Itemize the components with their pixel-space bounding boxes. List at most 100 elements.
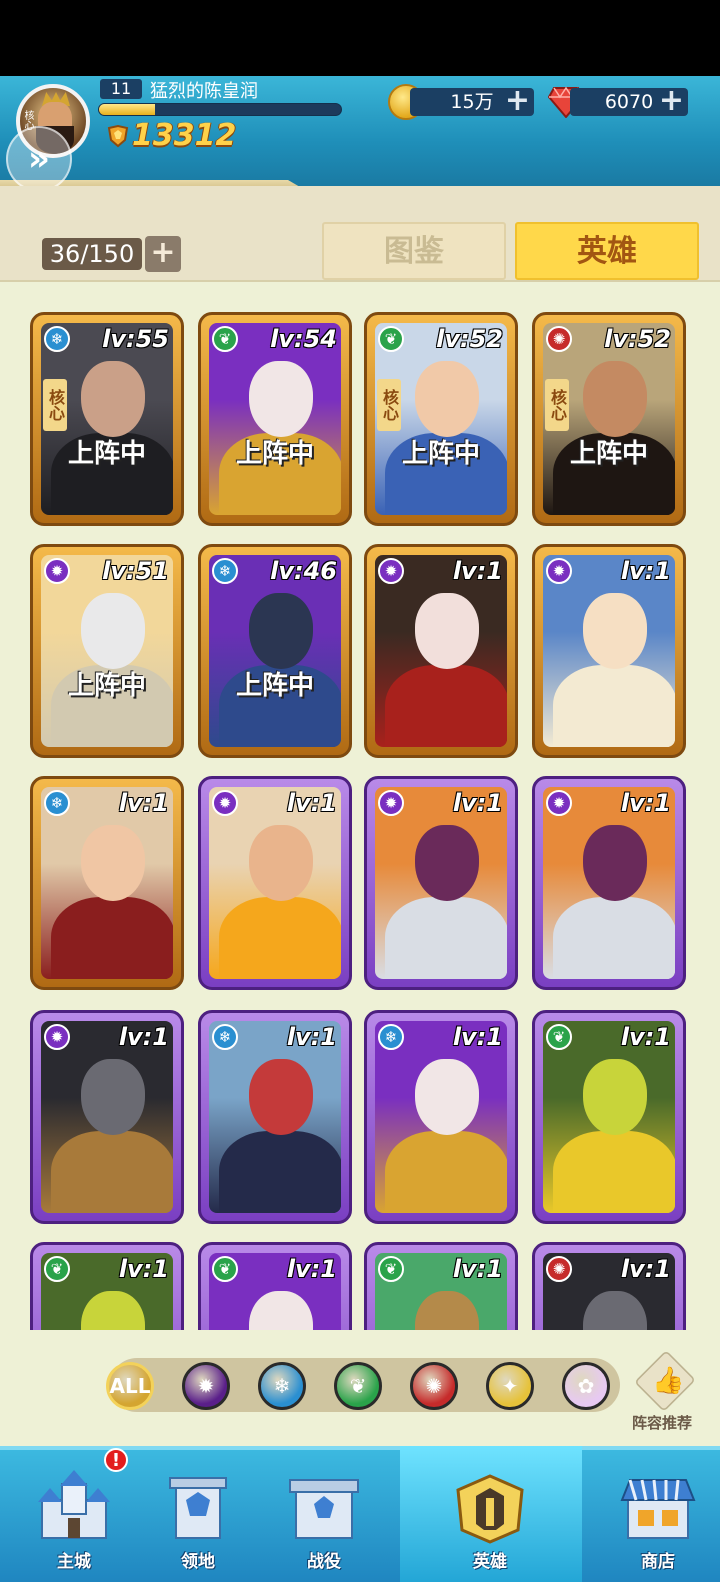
arcane-element-icon: ✹ bbox=[546, 790, 572, 816]
xp-fill bbox=[99, 104, 155, 115]
filter-fire-button[interactable]: ✺ bbox=[410, 1362, 458, 1410]
thumbs-up-icon: 👍 bbox=[652, 1366, 685, 1396]
castle-icon bbox=[38, 1470, 110, 1539]
hero-level: lv:1 bbox=[620, 789, 671, 817]
hero-card[interactable]: ✺ lv:52 核心 上阵中 bbox=[532, 312, 686, 526]
nav-territory[interactable]: 领地 bbox=[138, 1456, 258, 1576]
hero-card[interactable]: ✹ lv:51 上阵中 bbox=[30, 544, 184, 758]
hero-card[interactable]: ❦ lv:54 上阵中 bbox=[198, 312, 352, 526]
nav-heroes[interactable]: 英雄 bbox=[430, 1456, 550, 1576]
fire-element-icon: ✺ bbox=[546, 1256, 572, 1282]
hero-card[interactable]: ✹ lv:1 bbox=[364, 776, 518, 990]
hero-level: lv:1 bbox=[118, 1023, 169, 1051]
hero-level: lv:1 bbox=[620, 1255, 671, 1283]
nature-element-icon: ❦ bbox=[212, 1256, 238, 1282]
hero-portrait: ❦ lv:1 bbox=[375, 1253, 507, 1330]
hero-body bbox=[553, 897, 675, 979]
hero-card[interactable]: ❦ lv:1 bbox=[30, 1242, 184, 1330]
hero-card[interactable]: ❦ lv:1 bbox=[532, 1010, 686, 1224]
deployed-status: 上阵中 bbox=[235, 439, 314, 469]
hero-portrait: ❦ lv:1 bbox=[543, 1021, 675, 1213]
hero-face bbox=[583, 593, 647, 669]
filter-spirit-button[interactable]: ✿ bbox=[562, 1362, 610, 1410]
double-chevron-right-icon: » bbox=[28, 139, 50, 179]
hero-face bbox=[249, 1291, 313, 1330]
power-value: 13312 bbox=[132, 118, 237, 153]
tab-codex[interactable]: 图鉴 bbox=[322, 222, 506, 280]
hero-level: lv:55 bbox=[102, 325, 169, 353]
hero-portrait: ❄ lv:55 核心 上阵中 bbox=[41, 323, 173, 515]
hero-face bbox=[249, 825, 313, 901]
nav-campaign[interactable]: 战役 bbox=[264, 1456, 384, 1576]
arcane-element-icon: ✹ bbox=[197, 1374, 215, 1398]
territory-icon bbox=[169, 1477, 227, 1539]
add-gems-button[interactable]: + bbox=[659, 86, 684, 116]
hero-body bbox=[51, 897, 173, 979]
deployed-status: 上阵中 bbox=[67, 671, 146, 701]
hero-card[interactable]: ✹ lv:1 bbox=[532, 544, 686, 758]
expand-menu-button[interactable]: » bbox=[6, 126, 72, 192]
hero-portrait: ✹ lv:1 bbox=[209, 787, 341, 979]
filter-all-button[interactable]: ALL bbox=[106, 1362, 154, 1410]
nav-label-main-city: 主城 bbox=[57, 1552, 91, 1572]
hero-level: lv:1 bbox=[452, 789, 503, 817]
nav-main-city[interactable]: 主城 bbox=[14, 1456, 134, 1576]
hero-face bbox=[415, 825, 479, 901]
nav-label-heroes: 英雄 bbox=[473, 1552, 507, 1572]
spirit-element-icon: ✿ bbox=[577, 1374, 595, 1398]
hero-card[interactable]: ❄ lv:1 bbox=[364, 1010, 518, 1224]
core-tag: 核心 bbox=[377, 379, 401, 431]
hero-card[interactable]: ❦ lv:1 bbox=[364, 1242, 518, 1330]
expand-roster-button[interactable]: + bbox=[145, 236, 181, 272]
ice-element-icon: ❄ bbox=[212, 1024, 238, 1050]
filter-ice-button[interactable]: ❄ bbox=[258, 1362, 306, 1410]
hero-card[interactable]: ✹ lv:1 bbox=[364, 544, 518, 758]
hero-card[interactable]: ✹ lv:1 bbox=[30, 1010, 184, 1224]
hero-card[interactable]: ❄ lv:55 核心 上阵中 bbox=[30, 312, 184, 526]
hero-level: lv:1 bbox=[452, 557, 503, 585]
hero-card[interactable]: ✹ lv:1 bbox=[198, 776, 352, 990]
hero-body bbox=[385, 1131, 507, 1213]
core-tag: 核心 bbox=[43, 379, 67, 431]
deployed-status: 上阵中 bbox=[569, 439, 648, 469]
arcane-element-icon: ✹ bbox=[546, 558, 572, 584]
deployed-status: 上阵中 bbox=[235, 671, 314, 701]
hero-card[interactable]: ❄ lv:1 bbox=[30, 776, 184, 990]
hero-body bbox=[219, 1131, 341, 1213]
hero-face bbox=[415, 361, 479, 437]
hero-helmet-icon bbox=[456, 1474, 524, 1544]
hero-face bbox=[415, 593, 479, 669]
hero-level: lv:1 bbox=[118, 1255, 169, 1283]
tab-heroes[interactable]: 英雄 bbox=[515, 222, 699, 280]
arcane-element-icon: ✹ bbox=[378, 558, 404, 584]
filter-arcane-button[interactable]: ✹ bbox=[182, 1362, 230, 1410]
nature-element-icon: ❦ bbox=[378, 326, 404, 352]
hero-card[interactable]: ❄ lv:1 bbox=[198, 1010, 352, 1224]
nature-element-icon: ❦ bbox=[212, 326, 238, 352]
hero-portrait: ❦ lv:1 bbox=[41, 1253, 173, 1330]
hero-level: lv:52 bbox=[604, 325, 671, 353]
gem-counter: 6070 + bbox=[570, 86, 688, 116]
hero-face bbox=[249, 361, 313, 437]
nature-element-icon: ❦ bbox=[378, 1256, 404, 1282]
hero-card[interactable]: ❦ lv:52 核心 上阵中 bbox=[364, 312, 518, 526]
hero-portrait: ✹ lv:51 上阵中 bbox=[41, 555, 173, 747]
hero-body bbox=[385, 897, 507, 979]
hero-face bbox=[583, 1291, 647, 1330]
hero-card[interactable]: ✹ lv:1 bbox=[532, 776, 686, 990]
nature-element-icon: ❦ bbox=[44, 1256, 70, 1282]
hero-portrait: ✹ lv:1 bbox=[543, 555, 675, 747]
filter-holy-button[interactable]: ✦ bbox=[486, 1362, 534, 1410]
filter-nature-button[interactable]: ❦ bbox=[334, 1362, 382, 1410]
hero-portrait: ❄ lv:1 bbox=[41, 787, 173, 979]
hero-body bbox=[553, 1131, 675, 1213]
hero-card[interactable]: ❦ lv:1 bbox=[198, 1242, 352, 1330]
gold-counter: 15万 + bbox=[410, 86, 534, 116]
hero-card[interactable]: ❄ lv:46 上阵中 bbox=[198, 544, 352, 758]
core-tag: 核心 bbox=[545, 379, 569, 431]
hero-card[interactable]: ✺ lv:1 bbox=[532, 1242, 686, 1330]
shop-icon bbox=[620, 1479, 696, 1539]
add-gold-button[interactable]: + bbox=[505, 86, 530, 116]
nav-shop[interactable]: 商店 bbox=[598, 1456, 718, 1576]
nav-label-shop: 商店 bbox=[641, 1552, 675, 1572]
